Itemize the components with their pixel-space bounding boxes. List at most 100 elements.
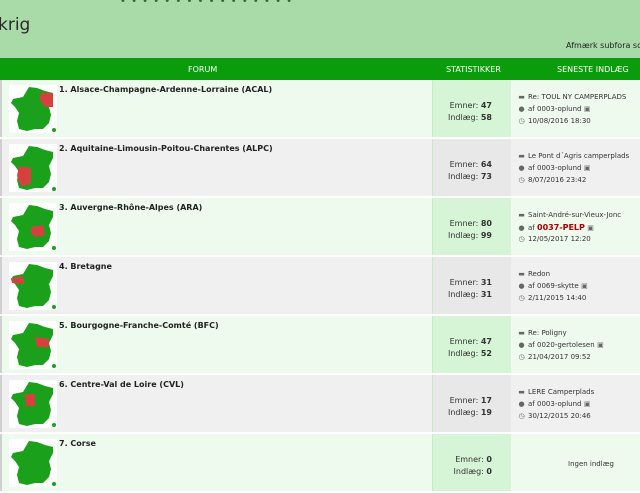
col-forum-header: FORUM — [188, 65, 218, 74]
latest-post-author[interactable]: 0003-oplund — [537, 105, 581, 113]
posts-count: Indlæg: 99 — [448, 231, 492, 240]
page-title: krig — [0, 15, 31, 35]
by-label: af — [528, 341, 535, 349]
goto-post-icon[interactable]: ▣ — [584, 164, 591, 172]
by-label: af — [528, 224, 535, 232]
latest-date-line: ◷ 21/04/2017 09:52 — [518, 353, 590, 361]
posts-label: Indlæg: — [447, 349, 479, 358]
forum-row: 2. Aquitaine-Limousin-Poitou-Charentes (… — [0, 139, 640, 198]
topics-value: 31 — [480, 278, 492, 287]
goto-post-icon[interactable]: ▣ — [587, 224, 594, 232]
forum-title-link[interactable]: 6. Centre-Val de Loire (CVL) — [59, 380, 184, 389]
row-divider — [0, 375, 2, 432]
topics-value: 64 — [480, 160, 492, 169]
latest-post-title[interactable]: Re: TOUL NY CAMPERPLADS — [528, 93, 626, 101]
row-divider — [0, 316, 2, 373]
latest-post: ▬ Saint-André-sur-Vieux-Jonc ● af 0037-PEL… — [518, 198, 640, 255]
latest-date-line: ◷ 12/05/2017 12:20 — [518, 235, 590, 243]
latest-post-title[interactable]: Re: Poligny — [528, 329, 567, 337]
topics-count: Emner: 64 — [450, 160, 492, 169]
posts-value: 19 — [480, 408, 492, 417]
region-map-icon[interactable] — [9, 85, 57, 133]
latest-post: ▬ Re: TOUL NY CAMPERPLADS ● af 0003-oplund… — [518, 80, 640, 137]
user-icon: ● — [518, 224, 525, 232]
row-divider — [0, 434, 2, 491]
latest-post-line: ▬ Le Pont d´Agris camperplads — [518, 152, 629, 160]
latest-date-line: ◷ 2/11/2015 14:40 — [518, 294, 586, 302]
row-divider — [0, 257, 2, 314]
page-banner: • • • • • • • • • • • • • • • • krig Afm… — [0, 0, 640, 58]
latest-author-line: ● af 0020-gertolesen ▣ — [518, 341, 607, 349]
latest-post-title[interactable]: Le Pont d´Agris camperplads — [528, 152, 629, 160]
latest-author-line: ● af 0003-oplund ▣ — [518, 105, 594, 113]
forum-table-header: FORUM STATISTIKKER SENESTE INDLÆG — [0, 58, 640, 80]
latest-post-author[interactable]: 0020-gertolesen — [537, 341, 595, 349]
latest-post-title[interactable]: Redon — [528, 270, 550, 278]
posts-count: Indlæg: 58 — [448, 113, 492, 122]
forum-title-link[interactable]: 4. Bretagne — [59, 262, 112, 271]
latest-post-author[interactable]: 0069-skytte — [537, 282, 579, 290]
topics-label: Emner: — [455, 455, 484, 464]
latest-post-line: ▬ Redon — [518, 270, 550, 278]
goto-post-icon[interactable]: ▣ — [584, 105, 591, 113]
latest-post: ▬ Redon ● af 0069-skytte ▣ ◷ 2/11/2015 14:4… — [518, 257, 640, 314]
latest-post-line: ▬ LERE Camperplads — [518, 388, 594, 396]
topics-value: 47 — [480, 337, 492, 346]
topics-count: Emner: 47 — [450, 101, 492, 110]
topics-count: Emner: 31 — [450, 278, 492, 287]
region-map-icon[interactable] — [9, 144, 57, 192]
comment-icon: ▬ — [518, 93, 525, 101]
breadcrumb[interactable]: • • • • • • • • • • • • • • • • — [120, 0, 293, 7]
user-icon: ● — [518, 282, 525, 290]
region-map-icon[interactable] — [9, 262, 57, 310]
forum-row: 7. Corse Emner: 0 Indlæg: 0 Ingen indlæg — [0, 434, 640, 493]
posts-count: Indlæg: 19 — [448, 408, 492, 417]
topics-value: 47 — [480, 101, 492, 110]
forum-row: 4. Bretagne Emner: 31 Indlæg: 31 ▬ Redon … — [0, 257, 640, 316]
region-map-icon[interactable] — [9, 321, 57, 369]
latest-post-author[interactable]: 0003-oplund — [537, 400, 581, 408]
mark-subforums-read-link[interactable]: Afmærk subfora so — [566, 41, 640, 50]
forum-stats: Emner: 31 Indlæg: 31 — [432, 257, 511, 314]
topics-value: 17 — [480, 396, 492, 405]
forum-title-link[interactable]: 2. Aquitaine-Limousin-Poitou-Charentes (… — [59, 144, 273, 153]
user-icon: ● — [518, 164, 525, 172]
goto-post-icon[interactable]: ▣ — [584, 400, 591, 408]
by-label: af — [528, 105, 535, 113]
comment-icon: ▬ — [518, 270, 525, 278]
user-icon: ● — [518, 105, 525, 113]
posts-label: Indlæg: — [447, 172, 479, 181]
latest-post-title[interactable]: Saint-André-sur-Vieux-Jonc — [528, 211, 621, 219]
forum-row: 3. Auvergne-Rhône-Alpes (ARA) Emner: 80 … — [0, 198, 640, 257]
latest-author-line: ● af 0069-skytte ▣ — [518, 282, 591, 290]
goto-post-icon[interactable]: ▣ — [597, 341, 604, 349]
latest-post-line: ▬ Re: Poligny — [518, 329, 567, 337]
latest-post-title[interactable]: LERE Camperplads — [528, 388, 594, 396]
region-map-icon[interactable] — [9, 380, 57, 428]
forum-stats: Emner: 17 Indlæg: 19 — [432, 375, 511, 432]
clock-icon: ◷ — [518, 294, 525, 302]
region-map-icon[interactable] — [9, 203, 57, 251]
latest-post-author[interactable]: 0037-PELP — [537, 223, 585, 232]
topics-value: 0 — [486, 455, 492, 464]
forum-title-link[interactable]: 3. Auvergne-Rhône-Alpes (ARA) — [59, 203, 202, 212]
goto-post-icon[interactable]: ▣ — [581, 282, 588, 290]
forum-row: 6. Centre-Val de Loire (CVL) Emner: 17 I… — [0, 375, 640, 434]
latest-post-author[interactable]: 0003-oplund — [537, 164, 581, 172]
posts-count: Indlæg: 31 — [448, 290, 492, 299]
row-divider — [0, 139, 2, 196]
topics-label: Emner: — [449, 396, 479, 405]
comment-icon: ▬ — [518, 329, 525, 337]
posts-count: Indlæg: 0 — [454, 467, 492, 476]
latest-date-line: ◷ 30/12/2015 20:46 — [518, 412, 590, 420]
latest-author-line: ● af 0037-PELP ▣ — [518, 223, 597, 232]
posts-value: 99 — [480, 231, 492, 240]
forum-title-link[interactable]: 5. Bourgogne-Franche-Comté (BFC) — [59, 321, 219, 330]
posts-count: Indlæg: 73 — [448, 172, 492, 181]
forum-title-link[interactable]: 7. Corse — [59, 439, 96, 448]
forum-title-link[interactable]: 1. Alsace-Champagne-Ardenne-Lorraine (AC… — [59, 85, 272, 94]
latest-author-line: ● af 0003-oplund ▣ — [518, 400, 594, 408]
by-label: af — [528, 400, 535, 408]
latest-post: ▬ Le Pont d´Agris camperplads ● af 0003-op… — [518, 139, 640, 196]
clock-icon: ◷ — [518, 412, 525, 420]
